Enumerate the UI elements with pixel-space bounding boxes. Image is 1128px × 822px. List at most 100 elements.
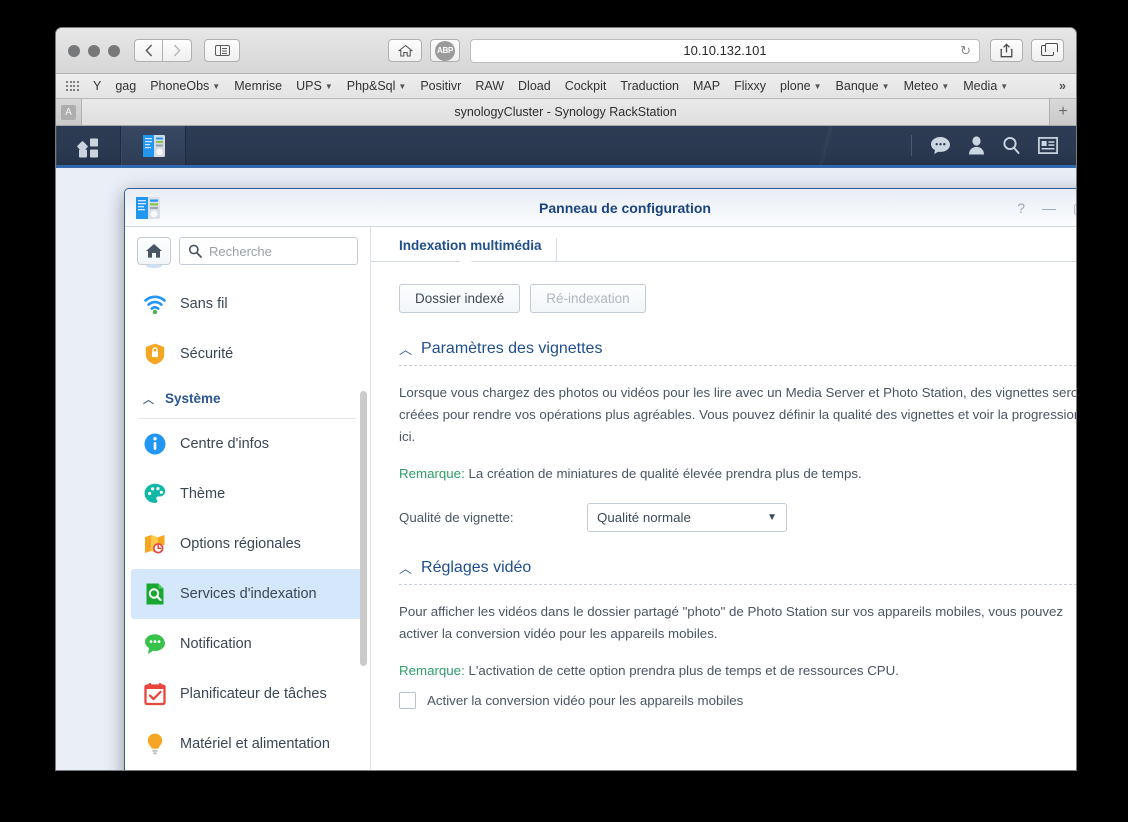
back-button[interactable] <box>134 39 163 62</box>
reindex-label: Ré-indexation <box>546 291 630 306</box>
lightbulb-icon <box>147 733 163 755</box>
section-title: Paramètres des vignettes <box>421 339 603 357</box>
sidebar-toggle-button[interactable] <box>204 39 240 62</box>
sidebar-group-systeme[interactable]: ︿ Système <box>139 379 356 419</box>
help-button[interactable]: ? <box>1017 201 1025 215</box>
address-bar[interactable]: 10.10.132.101 ↻ <box>470 38 980 63</box>
thumbnail-quality-select[interactable]: Qualité normale ▼ <box>587 503 787 532</box>
sidebar-item-centre-dinfos[interactable]: Centre d'infos <box>125 419 370 469</box>
sidebar-item-options-regionales[interactable]: Options régionales <box>125 519 370 569</box>
bookmark-item[interactable]: Dload <box>518 79 551 93</box>
minimize-button[interactable]: — <box>1042 201 1056 215</box>
maximize-button[interactable]: ▢ <box>1073 201 1076 215</box>
bookmark-item[interactable]: gag <box>115 79 136 93</box>
section-paragraph: Lorsque vous chargez des photos ou vidéo… <box>399 385 1076 444</box>
sidebar-group-label: Système <box>165 391 221 406</box>
sidebar-item-notification[interactable]: Notification <box>125 619 370 669</box>
control-panel-titlebar: Panneau de configuration ? — ▢ ✕ <box>125 189 1076 227</box>
taskbar-app-control-panel[interactable] <box>121 126 186 165</box>
notifications-icon[interactable] <box>930 136 951 155</box>
video-conversion-checkbox-row[interactable]: Activer la conversion vidéo pour les app… <box>399 692 1076 709</box>
forward-button[interactable] <box>163 39 192 62</box>
main-menu-icon <box>76 138 98 157</box>
bookmark-item[interactable]: Traduction <box>620 79 679 93</box>
sidebar-item-label: Matériel et alimentation <box>180 736 330 752</box>
bookmark-item[interactable]: UPS ▼ <box>296 79 333 93</box>
zoom-window-button[interactable] <box>108 44 120 57</box>
close-window-button[interactable] <box>68 44 80 57</box>
bookmark-label: Php&Sql <box>346 79 396 93</box>
bookmark-item[interactable]: Memrise <box>234 79 282 93</box>
search-input[interactable]: Recherche <box>179 237 358 265</box>
tab-badge[interactable]: A <box>56 99 82 125</box>
search-icon[interactable] <box>1002 136 1021 155</box>
bookmark-item[interactable]: Banque ▼ <box>836 79 890 93</box>
bookmark-label: Y <box>93 79 102 93</box>
sidebar-item-securite[interactable]: Sécurité <box>125 329 370 379</box>
section-header-video[interactable]: ︿ Réglages vidéo <box>399 558 1076 577</box>
bookmark-item[interactable]: plone ▼ <box>780 79 822 93</box>
browser-tab-title: synologyCluster - Synology RackStation <box>454 105 677 119</box>
video-conversion-label: Activer la conversion vidéo pour les app… <box>427 693 744 708</box>
show-all-tabs-button[interactable] <box>1031 39 1064 62</box>
bookmark-item[interactable]: Meteo ▼ <box>904 79 950 93</box>
bookmark-item[interactable]: Media ▼ <box>963 79 1008 93</box>
widgets-icon[interactable] <box>1038 137 1058 154</box>
bookmark-label: Memrise <box>234 79 283 93</box>
indexed-folder-button[interactable]: Dossier indexé <box>399 284 521 313</box>
control-panel-body: Recherche Sans fil Sécurité ︿ Système Ce… <box>125 227 1076 770</box>
main-content: Indexation multimédia Dossier indexé Ré-… <box>371 227 1076 770</box>
bookmarks-overflow-button[interactable]: » <box>1059 79 1066 93</box>
calendar-check-icon <box>144 683 166 706</box>
sidebar-item-label: Planificateur de tâches <box>180 686 327 702</box>
sidebar-item-label: Sans fil <box>180 296 228 312</box>
bookmark-item[interactable]: Cockpit <box>565 79 607 93</box>
bookmark-item[interactable]: Php&Sql ▼ <box>347 79 407 93</box>
bookmark-item[interactable]: Flixxy <box>734 79 766 93</box>
share-button[interactable] <box>990 39 1023 62</box>
adblock-button[interactable]: ABP <box>430 39 460 62</box>
sidebar-item-materiel-et-alimentation[interactable]: Matériel et alimentation <box>125 719 370 769</box>
minimize-window-button[interactable] <box>88 44 100 57</box>
sidebar-item-theme[interactable]: Thème <box>125 469 370 519</box>
sidebar-list: Sans fil Sécurité ︿ Système Centre d'inf… <box>125 273 370 770</box>
bookmark-label: Traduction <box>620 79 679 93</box>
home-icon <box>146 244 162 258</box>
bookmark-item[interactable]: RAW <box>475 79 504 93</box>
bookmark-label: MAP <box>692 79 721 93</box>
new-tab-button[interactable]: + <box>1050 99 1076 125</box>
browser-tab[interactable]: synologyCluster - Synology RackStation <box>82 99 1050 125</box>
bookmark-label: Meteo <box>903 79 939 93</box>
shield-icon <box>145 343 165 365</box>
bookmark-item[interactable]: Y <box>93 79 101 93</box>
sidebar-item-label: Notification <box>180 636 252 652</box>
sidebar-item-planificateur-de-taches[interactable]: Planificateur de tâches <box>125 669 370 719</box>
browser-home-button[interactable] <box>388 39 422 62</box>
video-conversion-checkbox[interactable] <box>399 692 416 709</box>
remark-label: Remarque: <box>399 466 465 481</box>
sidebar-scrollbar[interactable] <box>360 391 367 666</box>
reload-icon[interactable]: ↻ <box>960 43 971 59</box>
thumbnail-quality-row: Qualité de vignette: Qualité normale ▼ <box>399 503 1076 532</box>
sidebar-item-label: Options régionales <box>180 536 301 552</box>
bookmark-label: RAW <box>475 79 505 93</box>
reindex-button[interactable]: Ré-indexation <box>530 284 646 313</box>
section-remark: Remarque: La création de miniatures de q… <box>399 466 1076 481</box>
thumbnail-quality-label: Qualité de vignette: <box>399 510 514 525</box>
bookmark-item[interactable]: MAP <box>693 79 720 93</box>
main-menu-button[interactable] <box>56 126 121 165</box>
section-paragraph: Pour afficher les vidéos dans le dossier… <box>399 604 1064 641</box>
bookmark-item[interactable]: PhoneObs ▼ <box>150 79 220 93</box>
sidebar-item-sans-fil[interactable]: Sans fil <box>125 279 370 329</box>
bookmarks-grid-icon[interactable] <box>66 80 79 92</box>
sidebar-item-services-dindexation[interactable]: Services d'indexation <box>131 569 364 619</box>
chevron-down-icon: ▼ <box>941 81 950 91</box>
sidebar-home-button[interactable] <box>137 237 171 268</box>
section-header-thumbnails[interactable]: ︿ Paramètres des vignettes <box>399 339 1076 358</box>
bookmark-item[interactable]: Positivr <box>420 79 461 93</box>
user-icon[interactable] <box>968 136 985 155</box>
tab-indexation-multimedia[interactable]: Indexation multimédia <box>385 238 557 261</box>
bookmark-label: plone <box>780 79 811 93</box>
chevron-down-icon: ▼ <box>324 81 333 91</box>
taskbar-spacer <box>186 126 911 165</box>
